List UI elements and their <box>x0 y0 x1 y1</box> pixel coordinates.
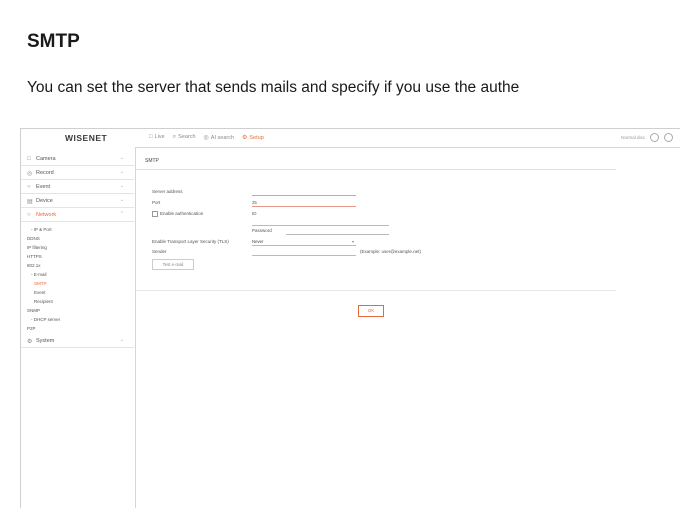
main-nav: □ Live ⌕ Search ◎ AI search ⚙ Setup <box>149 134 264 141</box>
network-icon: ○ <box>27 212 31 218</box>
sidebar-item-8021x[interactable]: 802.1x <box>27 263 41 268</box>
nav-search-label: Search <box>178 134 196 140</box>
section-title: SMTP <box>145 158 159 164</box>
sidebar-item-ddns[interactable]: DDNS <box>27 236 40 241</box>
enable-auth-checkbox[interactable] <box>152 211 158 217</box>
id-label: ID <box>252 211 257 216</box>
nav-live[interactable]: □ Live <box>149 134 165 141</box>
menu-system-label: System <box>36 338 55 344</box>
chevron-up-icon: ⌃ <box>119 211 124 217</box>
ok-button[interactable]: OK <box>358 305 384 317</box>
nav-setup[interactable]: ⚙ Setup <box>242 134 264 141</box>
menu-record[interactable]: ◎ Record ⌄ <box>21 167 134 180</box>
setup-icon: ⚙ <box>242 135 248 141</box>
help-icon[interactable] <box>664 133 673 142</box>
nav-setup-label: Setup <box>249 135 264 141</box>
menu-system[interactable]: ⚙ System ⌄ <box>21 335 134 348</box>
menu-network[interactable]: ○ Network ⌃ <box>21 209 134 222</box>
server-address-label: Server address <box>152 189 183 194</box>
top-right-controls: Normal disc <box>621 133 673 142</box>
event-icon: ○ <box>27 184 31 190</box>
user-label: Normal disc <box>621 135 645 140</box>
menu-device-label: Device <box>36 198 53 204</box>
enable-auth-label: Enable authentication <box>160 211 204 216</box>
chevron-down-icon: ⌄ <box>119 155 124 161</box>
chevron-down-icon: ⌄ <box>119 169 124 175</box>
main-content: SMTP Server address Port 25 Enable authe… <box>136 147 680 508</box>
sidebar-item-event[interactable]: Event <box>34 290 46 295</box>
tls-select[interactable]: Never ▾ <box>252 239 356 246</box>
chevron-down-icon: ⌄ <box>119 197 124 203</box>
menu-record-label: Record <box>36 170 54 176</box>
doc-title: SMTP <box>27 31 80 52</box>
nav-search[interactable]: ⌕ Search <box>173 134 196 141</box>
top-bar: WISENET □ Live ⌕ Search ◎ AI search ⚙ Setup … <box>21 129 680 148</box>
sidebar-item-snmp[interactable]: SNMP <box>27 308 40 313</box>
sidebar: □ Camera ⌄ ◎ Record ⌄ ○ Event ⌄ ▤ Device… <box>21 147 136 508</box>
screenshot-frame: WISENET □ Live ⌕ Search ◎ AI search ⚙ Setup … <box>20 128 680 508</box>
nav-live-label: Live <box>154 134 165 140</box>
nav-ai-search[interactable]: ◎ AI search <box>204 134 234 141</box>
sidebar-item-recipient[interactable]: Recipient <box>34 299 53 304</box>
server-address-input[interactable] <box>252 189 356 196</box>
section-divider <box>136 169 616 170</box>
sidebar-item-smtp[interactable]: SMTP <box>34 281 47 286</box>
camera-icon: □ <box>27 156 31 162</box>
sidebar-item-ip-filtering[interactable]: IP filtering <box>27 245 47 250</box>
chevron-down-icon: ▾ <box>351 239 354 244</box>
record-icon: ◎ <box>27 171 33 177</box>
chevron-down-icon: ⌄ <box>119 183 124 189</box>
id-input[interactable] <box>252 219 389 226</box>
menu-network-label: Network <box>36 212 57 218</box>
footer-divider <box>136 290 616 291</box>
nav-ai-search-label: AI search <box>210 135 235 141</box>
logo: WISENET <box>65 133 108 143</box>
gear-icon: ⚙ <box>27 339 33 345</box>
sidebar-item-email[interactable]: - E-mail <box>31 272 47 277</box>
password-input[interactable] <box>286 228 389 235</box>
tls-label: Enable Transport Layer Security (TLS) <box>152 239 229 244</box>
sidebar-item-https[interactable]: HTTPS <box>27 254 42 259</box>
sidebar-item-p2p[interactable]: P2P <box>27 326 36 331</box>
doc-description: You can set the server that sends mails … <box>27 79 520 96</box>
sender-label: Sender <box>152 249 167 254</box>
live-icon: □ <box>149 134 153 140</box>
menu-camera[interactable]: □ Camera ⌄ <box>21 153 134 166</box>
sender-input[interactable] <box>252 249 356 256</box>
ai-search-icon: ◎ <box>203 135 209 141</box>
settings-icon[interactable] <box>650 133 659 142</box>
sidebar-item-dhcp-server[interactable]: - DHCP server <box>31 317 60 322</box>
sender-example: (Example: user@example.net) <box>360 249 421 254</box>
tls-select-value: Never <box>252 239 264 244</box>
password-label: Password <box>252 228 272 233</box>
device-icon: ▤ <box>27 199 33 205</box>
test-email-button[interactable]: Test e-mail <box>152 259 194 270</box>
menu-event[interactable]: ○ Event ⌄ <box>21 181 134 194</box>
port-label: Port <box>152 200 161 205</box>
menu-camera-label: Camera <box>36 156 56 162</box>
menu-event-label: Event <box>36 184 51 190</box>
sidebar-item-ip-port[interactable]: - IP & Port <box>31 227 52 232</box>
menu-device[interactable]: ▤ Device ⌄ <box>21 195 134 208</box>
port-input[interactable]: 25 <box>252 200 356 207</box>
search-icon: ⌕ <box>172 134 177 140</box>
chevron-down-icon: ⌄ <box>119 337 124 343</box>
